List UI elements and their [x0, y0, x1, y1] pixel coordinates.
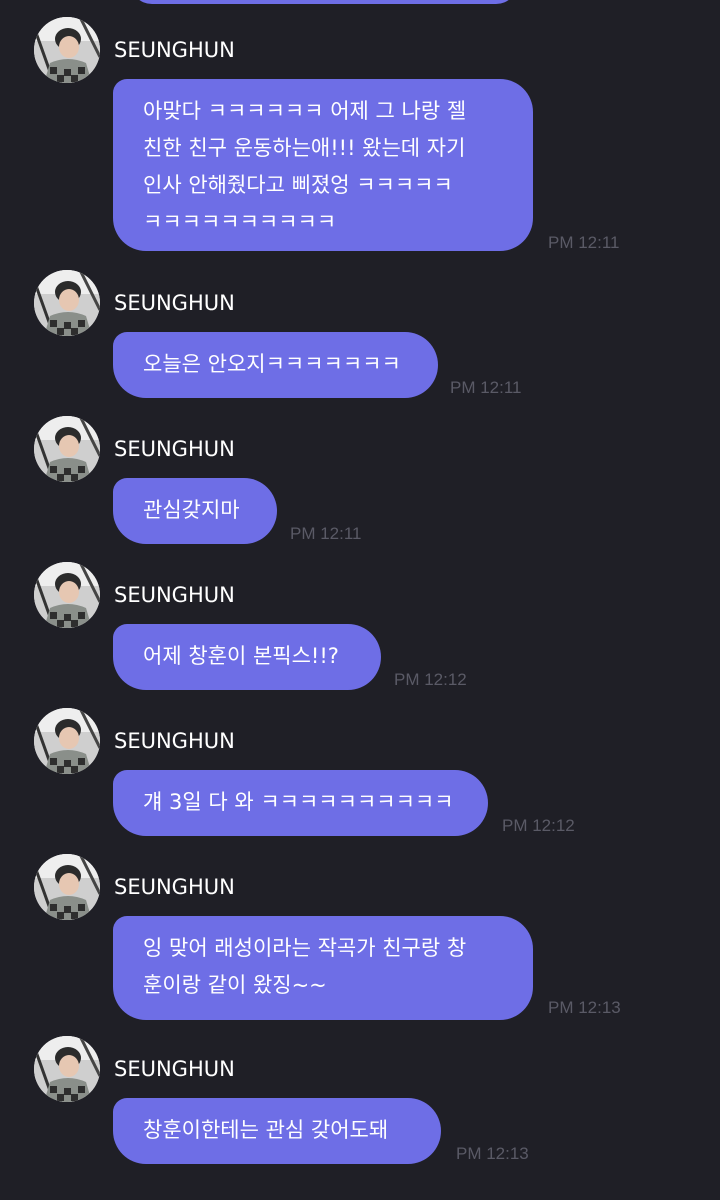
chat-message: SEUNGHUN 아맞다 ㅋㅋㅋㅋㅋㅋ 어제 그 나랑 젤 친한 친구 운동하는… [0, 17, 720, 257]
message-bubble[interactable]: 오늘은 안오지ㅋㅋㅋㅋㅋㅋㅋ [113, 332, 438, 398]
message-timestamp: PM 12:12 [394, 670, 467, 689]
sender-name: SEUNGHUN [114, 583, 235, 607]
message-timestamp: PM 12:11 [548, 233, 620, 252]
avatar-photo [34, 17, 100, 83]
avatar-photo [34, 708, 100, 774]
avatar-photo [34, 854, 100, 920]
message-bubble[interactable]: 어제 창훈이 본픽스!!? [113, 624, 381, 690]
sender-name: SEUNGHUN [114, 38, 235, 62]
message-timestamp: PM 12:13 [548, 998, 621, 1017]
message-bubble[interactable]: 관심갖지마 [113, 478, 277, 544]
chat-message: SEUNGHUN 걔 3일 다 와 ㅋㅋㅋㅋㅋㅋㅋㅋㅋㅋ PM 12:12 [0, 708, 720, 838]
chat-message: SEUNGHUN 관심갖지마 PM 12:11 [0, 416, 720, 546]
sender-avatar[interactable] [34, 17, 100, 83]
sender-avatar[interactable] [34, 270, 100, 336]
message-timestamp: PM 12:13 [456, 1144, 529, 1163]
sender-avatar[interactable] [34, 708, 100, 774]
sender-avatar[interactable] [34, 416, 100, 482]
message-timestamp: PM 12:11 [450, 378, 522, 397]
message-bubble[interactable]: 잉 맞어 래성이라는 작곡가 친구랑 창 훈이랑 같이 왔징~~ [113, 916, 533, 1020]
previous-message-bubble-edge [130, 0, 518, 4]
avatar-photo [34, 562, 100, 628]
sender-name: SEUNGHUN [114, 729, 235, 753]
sender-name: SEUNGHUN [114, 1057, 235, 1081]
chat-message: SEUNGHUN 오늘은 안오지ㅋㅋㅋㅋㅋㅋㅋ PM 12:11 [0, 270, 720, 400]
avatar-photo [34, 270, 100, 336]
message-bubble[interactable]: 창훈이한테는 관심 갖어도돼 [113, 1098, 441, 1164]
message-timestamp: PM 12:12 [502, 816, 575, 835]
chat-message: SEUNGHUN 잉 맞어 래성이라는 작곡가 친구랑 창 훈이랑 같이 왔징~… [0, 854, 720, 1024]
message-bubble[interactable]: 걔 3일 다 와 ㅋㅋㅋㅋㅋㅋㅋㅋㅋㅋ [113, 770, 488, 836]
message-timestamp: PM 12:11 [290, 524, 362, 543]
avatar-photo [34, 416, 100, 482]
sender-avatar[interactable] [34, 1036, 100, 1102]
sender-avatar[interactable] [34, 562, 100, 628]
sender-avatar[interactable] [34, 854, 100, 920]
sender-name: SEUNGHUN [114, 875, 235, 899]
message-bubble[interactable]: 아맞다 ㅋㅋㅋㅋㅋㅋ 어제 그 나랑 젤 친한 친구 운동하는애!!! 왔는데 … [113, 79, 533, 251]
chat-message: SEUNGHUN 어제 창훈이 본픽스!!? PM 12:12 [0, 562, 720, 692]
avatar-photo [34, 1036, 100, 1102]
sender-name: SEUNGHUN [114, 437, 235, 461]
sender-name: SEUNGHUN [114, 291, 235, 315]
chat-message: SEUNGHUN 창훈이한테는 관심 갖어도돼 PM 12:13 [0, 1036, 720, 1166]
